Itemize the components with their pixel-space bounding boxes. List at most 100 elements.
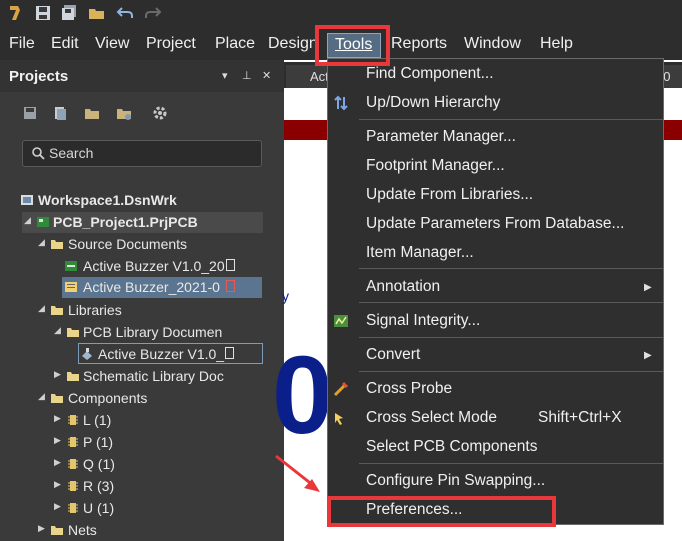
- panel-title: Projects: [9, 68, 69, 85]
- folder-icon: [51, 394, 63, 403]
- menu-updown-hierarchy[interactable]: Up/Down Hierarchy: [366, 94, 500, 112]
- redo-icon[interactable]: [144, 4, 162, 22]
- collapse-arrow-icon[interactable]: ◢: [38, 303, 45, 314]
- collapse-arrow-icon[interactable]: ◢: [38, 391, 45, 402]
- expand-arrow-icon[interactable]: ▶: [54, 479, 61, 490]
- gear-icon[interactable]: [152, 105, 168, 121]
- expand-arrow-icon[interactable]: ▶: [54, 501, 61, 512]
- tree-libraries[interactable]: ◢ Libraries: [36, 300, 266, 321]
- cross-probe-icon: [333, 381, 349, 397]
- expand-arrow-icon[interactable]: ▶: [54, 435, 61, 446]
- menu-separator: [359, 463, 663, 464]
- open-folder-icon[interactable]: [88, 4, 106, 22]
- menu-update-from-libraries[interactable]: Update From Libraries...: [366, 186, 533, 204]
- tree-source-documents[interactable]: ◢ Source Documents: [36, 234, 266, 255]
- pointer-arrow-icon: [275, 454, 320, 492]
- menu-cross-select-mode[interactable]: Cross Select Mode: [366, 409, 497, 427]
- search-placeholder: Search: [49, 145, 94, 161]
- schematic-doc-icon: [65, 282, 77, 292]
- menu-signal-integrity[interactable]: Signal Integrity...: [366, 312, 480, 330]
- schematic-mark: y: [282, 288, 289, 304]
- menu-update-parameters[interactable]: Update Parameters From Database...: [366, 215, 624, 233]
- search-input[interactable]: Search: [22, 140, 262, 167]
- tree-comp-q-label: Q (1): [83, 456, 115, 472]
- tree-comp-l[interactable]: ▶ L (1): [52, 410, 202, 431]
- tree-comp-r[interactable]: ▶ R (3): [52, 476, 202, 497]
- tree-pcb-library[interactable]: ◢ PCB Library Documen: [52, 322, 267, 343]
- menu-file[interactable]: File: [9, 35, 35, 53]
- tree-doc1-label: Active Buzzer V1.0_20: [83, 258, 225, 274]
- menu-view[interactable]: View: [95, 35, 129, 53]
- menu-reports[interactable]: Reports: [391, 35, 447, 53]
- expand-arrow-icon[interactable]: ▶: [38, 523, 45, 534]
- panel-menu-button[interactable]: ▾: [222, 69, 228, 82]
- close-panel-icon[interactable]: ✕: [262, 69, 271, 82]
- menu-configure-pin-swapping[interactable]: Configure Pin Swapping...: [366, 472, 545, 490]
- tree-comp-r-label: R (3): [83, 478, 115, 494]
- expand-arrow-icon[interactable]: ▶: [54, 413, 61, 424]
- collapse-arrow-icon[interactable]: ◢: [38, 237, 45, 248]
- tree-source-docs-label: Source Documents: [68, 236, 188, 252]
- tree-workspace-label: Workspace1.DsnWrk: [38, 192, 177, 208]
- tree-project[interactable]: ◢ PCB_Project1.PrjPCB: [22, 212, 263, 233]
- pcb-lib-icon: [82, 348, 92, 360]
- menu-footprint-manager[interactable]: Footprint Manager...: [366, 157, 505, 175]
- tree-nets[interactable]: ▶ Nets: [36, 520, 186, 541]
- app-logo-icon: [10, 6, 20, 20]
- menu-convert[interactable]: Convert: [366, 346, 420, 364]
- tree-sch-lib-label: Schematic Library Doc: [83, 368, 224, 384]
- add-folder-icon[interactable]: [84, 105, 100, 121]
- menu-project[interactable]: Project: [146, 35, 196, 53]
- folder-icon: [51, 526, 63, 535]
- menu-separator: [359, 268, 663, 269]
- folder-settings-icon[interactable]: [116, 105, 132, 121]
- tree-lib-doc[interactable]: Active Buzzer V1.0_: [78, 343, 263, 364]
- tree-libraries-label: Libraries: [68, 302, 122, 318]
- compile-icon[interactable]: [52, 105, 68, 121]
- menu-design[interactable]: Design: [268, 35, 318, 53]
- collapse-arrow-icon[interactable]: ◢: [54, 325, 61, 336]
- tree-comp-p[interactable]: ▶ P (1): [52, 432, 202, 453]
- cross-select-icon: [335, 413, 343, 425]
- expand-arrow-icon[interactable]: ▶: [54, 457, 61, 468]
- menu-parameter-manager[interactable]: Parameter Manager...: [366, 128, 516, 146]
- menu-place[interactable]: Place: [215, 35, 255, 53]
- menu-find-component[interactable]: Find Component...: [366, 65, 494, 83]
- tree-doc-pcb[interactable]: Active Buzzer V1.0_20: [62, 256, 262, 277]
- pin-icon[interactable]: ⊥: [242, 69, 252, 82]
- menu-annotation[interactable]: Annotation: [366, 278, 440, 296]
- modified-document-icon: [226, 280, 235, 292]
- menu-window[interactable]: Window: [464, 35, 521, 53]
- tree-doc-schematic[interactable]: Active Buzzer_2021-0: [62, 277, 262, 298]
- component-icon: [68, 481, 78, 491]
- tree-comp-p-label: P (1): [83, 434, 114, 450]
- save-icon[interactable]: [34, 4, 52, 22]
- menu-cross-probe[interactable]: Cross Probe: [366, 380, 452, 398]
- menu-select-pcb-components[interactable]: Select PCB Components: [366, 438, 537, 456]
- search-icon: [32, 147, 45, 160]
- tree-nets-label: Nets: [68, 522, 97, 538]
- save-all-icon[interactable]: [60, 4, 78, 22]
- save-project-icon[interactable]: [22, 105, 38, 121]
- submenu-arrow-icon: ▶: [644, 350, 652, 361]
- menu-edit[interactable]: Edit: [51, 35, 79, 53]
- tree-schematic-library[interactable]: ▶ Schematic Library Doc: [52, 366, 267, 387]
- tree-workspace[interactable]: Workspace1.DsnWrk: [18, 190, 268, 211]
- panel-header: Projects ▾ ⊥ ✕: [0, 60, 284, 92]
- menu-separator: [359, 337, 663, 338]
- workspace-icon: [21, 195, 33, 205]
- folder-icon: [51, 240, 63, 249]
- tree-comp-l-label: L (1): [83, 412, 112, 428]
- menu-help[interactable]: Help: [540, 35, 573, 53]
- tree-comp-q[interactable]: ▶ Q (1): [52, 454, 202, 475]
- menu-item-manager[interactable]: Item Manager...: [366, 244, 474, 262]
- component-icon: [68, 415, 78, 425]
- tree-doc2-label: Active Buzzer_2021-0: [83, 279, 220, 295]
- tree-comp-u[interactable]: ▶ U (1): [52, 498, 202, 519]
- tree-components[interactable]: ◢ Components: [36, 388, 266, 409]
- expand-arrow-icon[interactable]: ▶: [54, 369, 61, 380]
- undo-icon[interactable]: [116, 4, 134, 22]
- collapse-arrow-icon[interactable]: ◢: [24, 215, 31, 226]
- cross-select-shortcut: Shift+Ctrl+X: [538, 409, 622, 426]
- hierarchy-icon: [334, 95, 348, 111]
